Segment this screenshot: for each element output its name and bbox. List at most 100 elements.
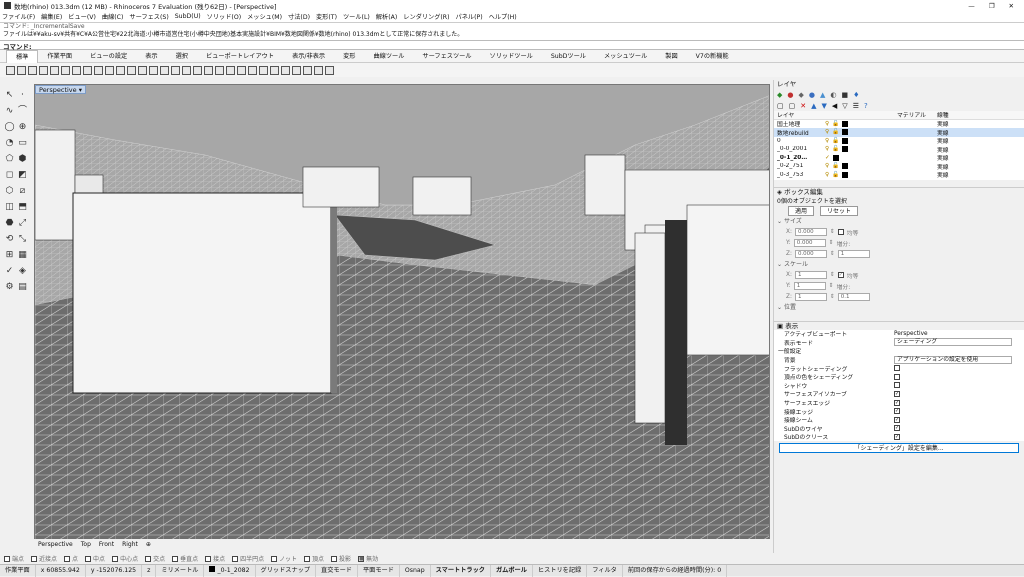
osnap-option[interactable]: 交点	[145, 554, 165, 563]
toolbar-button-icon[interactable]	[160, 65, 169, 75]
toolbar-button-icon[interactable]	[6, 65, 15, 75]
menu-item[interactable]: 解析(A)	[376, 12, 397, 21]
osnap-checkbox[interactable]	[112, 555, 119, 562]
command-prompt[interactable]: コマンド:	[0, 40, 1024, 51]
move-left-icon[interactable]: ◀	[832, 102, 837, 110]
osnap-checkbox[interactable]	[331, 555, 338, 562]
layer-color-swatch[interactable]	[842, 146, 849, 153]
layer-tools-icon[interactable]: ☰	[853, 102, 859, 110]
status-toggle[interactable]: ヒストリを記録	[533, 564, 588, 577]
osnap-checkbox[interactable]	[85, 555, 92, 562]
osnap-option[interactable]: ■ 無効	[358, 554, 378, 563]
menu-item[interactable]: 変形(T)	[316, 12, 337, 21]
toolbar-tab[interactable]: 表示/非表示	[283, 50, 334, 63]
display-setting-checkbox[interactable]	[894, 382, 900, 389]
osnap-checkbox[interactable]	[31, 555, 38, 562]
toolbar-tab[interactable]: メッシュツール	[595, 50, 656, 63]
menu-item[interactable]: 編集(E)	[41, 12, 62, 21]
left-tool-icon[interactable]: ▦	[17, 250, 28, 260]
toolbar-button-icon[interactable]	[138, 65, 147, 75]
osnap-checkbox[interactable]	[4, 555, 10, 562]
lock-icon[interactable]: 🔓	[832, 146, 839, 152]
toolbar-button-icon[interactable]	[105, 65, 114, 75]
menu-item[interactable]: ソリッド(O)	[207, 12, 241, 21]
size-z-field[interactable]: 0.000	[794, 250, 827, 258]
left-tool-icon[interactable]: ⌒	[17, 106, 28, 116]
toolbar-tab[interactable]: 表示	[136, 50, 166, 63]
layer-color-swatch[interactable]	[842, 171, 849, 178]
osnap-option[interactable]: 投影	[331, 554, 351, 563]
toolbar-button-icon[interactable]	[94, 65, 103, 75]
osnap-option[interactable]: 中点	[85, 554, 105, 563]
toolbar-tab[interactable]: 作業平面	[38, 50, 81, 63]
delete-layer-icon[interactable]: ✕	[800, 102, 806, 110]
left-tool-icon[interactable]: ⟲	[4, 234, 15, 244]
render-tab-icon[interactable]: ◆	[799, 91, 804, 99]
menu-item[interactable]: ヘルプ(H)	[489, 12, 517, 21]
status-toggle[interactable]: 平面モード	[358, 564, 400, 577]
osnap-option[interactable]: 端点	[4, 554, 24, 563]
display-setting-checkbox[interactable]: ✓	[894, 390, 900, 397]
toolbar-button-icon[interactable]	[127, 65, 136, 75]
display-setting-value[interactable]: アプリケーションの設定を使用	[894, 355, 1012, 364]
left-tool-icon[interactable]: ◯	[4, 122, 15, 132]
status-toggle[interactable]: 直交モード	[316, 564, 358, 577]
osnap-option[interactable]: ノット	[271, 554, 297, 563]
left-tool-icon[interactable]: ◩	[17, 170, 28, 180]
lock-icon[interactable]: 🔓	[832, 163, 839, 169]
chevron-down-icon[interactable]: ▾	[79, 86, 82, 94]
minimize-icon[interactable]: —	[968, 2, 975, 10]
viewport-tab[interactable]: Perspective	[38, 541, 73, 548]
menu-item[interactable]: ファイル(F)	[2, 12, 35, 21]
left-tool-icon[interactable]: ⬡	[4, 186, 15, 196]
layer-row[interactable]: 国土地理 ♀ 🔓 実線	[774, 120, 1024, 128]
new-layer-icon[interactable]: ▢	[777, 102, 784, 110]
menu-item[interactable]: メッシュ(M)	[247, 12, 282, 21]
left-tool-icon[interactable]: ⤢	[17, 218, 28, 228]
status-toggle[interactable]: 前回の保存からの経過時間(分): 0	[623, 564, 728, 577]
toolbar-tab[interactable]: V7の新機能	[687, 50, 738, 63]
layer-row[interactable]: _0-2_751 ♀ 🔓 実線	[774, 162, 1024, 171]
toolbar-tab[interactable]: SubDツール	[542, 50, 595, 63]
osnap-checkbox[interactable]	[232, 555, 239, 562]
toolbar-tab[interactable]: 標準	[6, 49, 39, 63]
osnap-checkbox[interactable]	[205, 555, 212, 562]
display-setting-checkbox[interactable]: ✓	[894, 425, 900, 432]
current-layer-check-icon[interactable]: ✓	[825, 155, 830, 161]
toolbar-button-icon[interactable]	[149, 65, 158, 75]
status-layer[interactable]: _0-1_2082	[204, 564, 256, 577]
perspective-viewport[interactable]: Perspective ▾	[34, 84, 770, 540]
osnap-option[interactable]: 四半円点	[232, 554, 264, 563]
properties-tab-icon[interactable]: ●	[787, 91, 793, 99]
move-down-icon[interactable]: ▼	[822, 102, 827, 110]
size-x-spin-icon[interactable]: ⇕	[830, 229, 835, 235]
osnap-option[interactable]: 接点	[205, 554, 225, 563]
status-toggle[interactable]: ガムボール	[491, 564, 533, 577]
reset-button[interactable]: リセット	[820, 205, 859, 216]
size-x-field[interactable]: 0.000	[794, 228, 827, 236]
menu-item[interactable]: ツール(L)	[343, 12, 370, 21]
menu-item[interactable]: レンダリング(R)	[403, 12, 449, 21]
toolbar-button-icon[interactable]	[83, 65, 92, 75]
toolbar-button-icon[interactable]	[270, 65, 279, 75]
viewport-tab[interactable]: Front	[99, 541, 114, 548]
status-toggle[interactable]: フィルタ	[587, 564, 623, 577]
size-y-spin-icon[interactable]: ⇕	[829, 240, 834, 246]
display-setting-checkbox[interactable]	[894, 373, 900, 380]
maximize-icon[interactable]: ❐	[989, 2, 995, 10]
display-setting-value[interactable]: シェーディング	[894, 338, 1012, 347]
close-icon[interactable]: ✕	[1009, 2, 1014, 10]
size-y-field[interactable]: 0.000	[793, 239, 826, 247]
menu-item[interactable]: ビュー(V)	[68, 12, 96, 21]
display-setting-value[interactable]: Perspective	[894, 331, 928, 337]
toolbar-tab[interactable]: ソリッドツール	[481, 50, 542, 63]
display-setting-checkbox[interactable]: ✓	[894, 408, 900, 415]
scale-y-field[interactable]: 1	[793, 282, 826, 290]
left-tool-icon[interactable]: ✓	[4, 266, 15, 276]
lightbulb-icon[interactable]: ♀	[825, 163, 829, 169]
layer-row[interactable]: 0 ♀ 🔓 実線	[774, 137, 1024, 145]
status-toggle[interactable]: スマートトラック	[431, 564, 491, 577]
layer-color-swatch[interactable]	[842, 120, 849, 127]
toolbar-button-icon[interactable]	[116, 65, 125, 75]
layer-color-swatch[interactable]	[842, 163, 849, 170]
